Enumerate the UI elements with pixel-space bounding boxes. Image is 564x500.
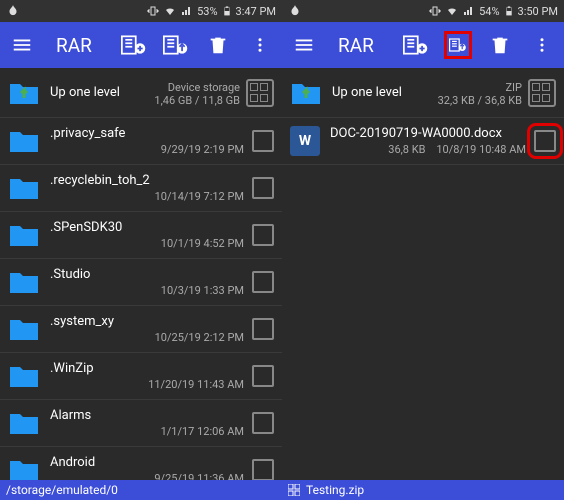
file-name: DOC-20190719-WA0000.docx [330,126,526,141]
toolbar: RAR [282,22,564,68]
checkbox[interactable] [252,318,274,340]
battery-text: 53% [197,5,217,18]
vibrate-icon [429,5,441,17]
up-one-level[interactable]: Up one level ZIP 32,3 KB / 36,8 KB [282,68,564,118]
up-label: Up one level [332,85,438,100]
folder-icon [8,363,40,389]
app-title: RAR [338,34,374,57]
file-list[interactable]: Up one level ZIP 32,3 KB / 36,8 KB W DOC-… [282,68,564,480]
file-name: .Studio [50,267,244,282]
path-bar[interactable]: Testing.zip [282,480,564,500]
wifi-icon [445,5,459,17]
file-list[interactable]: Up one level Device storage 1,46 GB / 11… [0,68,282,480]
app-title: RAR [56,34,92,57]
file-name: .system_xy [50,314,244,329]
status-bar: 54% 3:50 PM [282,0,564,22]
list-item[interactable]: Android 9/25/19 11:36 AM [0,447,282,480]
menu-icon[interactable] [290,31,318,59]
battery-icon [504,4,514,18]
battery-icon [222,4,232,18]
folder-icon [8,175,40,201]
signal-icon [463,5,475,17]
delete-icon[interactable] [486,31,514,59]
up-one-level[interactable]: Up one level Device storage 1,46 GB / 11… [0,68,282,118]
checkbox[interactable] [252,130,274,152]
signal-icon [181,5,193,17]
archive-extract-icon[interactable] [444,31,472,59]
word-icon: W [290,126,320,156]
checkbox[interactable] [252,365,274,387]
archive-add-icon[interactable] [402,31,430,59]
file-meta: 9/29/19 2:19 PM [50,143,244,156]
folder-icon [8,316,40,342]
left-screen: 53% 3:47 PM RAR Up one level [0,0,282,500]
view-grid-button[interactable] [246,79,274,107]
folder-icon [8,269,40,295]
path-bar[interactable]: /storage/emulated/0 [0,480,282,500]
file-meta: 10/3/19 1:33 PM [50,284,244,297]
archive-icon [288,484,300,496]
menu-icon[interactable] [8,31,36,59]
folder-icon [8,128,40,154]
delete-icon[interactable] [204,31,232,59]
storage-label: ZIP [505,81,522,94]
wifi-icon [163,5,177,17]
checkbox[interactable] [252,271,274,293]
list-item[interactable]: .WinZip 11/20/19 11:43 AM [0,353,282,400]
list-item[interactable]: .system_xy 10/25/19 2:12 PM [0,306,282,353]
checkbox[interactable] [534,130,556,152]
checkbox[interactable] [252,412,274,434]
time-text: 3:47 PM [236,5,276,18]
archive-extract-icon[interactable] [162,31,190,59]
list-item[interactable]: .recyclebin_toh_2 10/14/19 7:12 PM [0,165,282,212]
storage-size: 32,3 KB / 36,8 KB [438,94,522,107]
more-icon[interactable] [246,31,274,59]
file-meta: 9/25/19 11:36 AM [50,472,244,480]
file-name: .SPenSDK30 [50,220,244,235]
file-name: .WinZip [50,361,244,376]
archive-add-icon[interactable] [120,31,148,59]
view-grid-button[interactable] [528,79,556,107]
file-name: .privacy_safe [50,126,244,141]
file-meta: 10/14/19 7:12 PM [50,190,244,203]
file-name: Android [50,455,244,470]
time-text: 3:50 PM [518,5,558,18]
list-item[interactable]: .privacy_safe 9/29/19 2:19 PM [0,118,282,165]
storage-size: 1,46 GB / 11,8 GB [154,94,240,107]
path-text: /storage/emulated/0 [6,483,118,497]
file-meta: 1/1/17 12:06 AM [50,425,244,438]
file-meta: 36,8 KB 10/8/19 10:48 AM [330,143,526,156]
burn-icon [6,4,20,18]
list-item[interactable]: Alarms 1/1/17 12:06 AM [0,400,282,447]
toolbar: RAR [0,22,282,68]
path-text: Testing.zip [306,483,364,497]
folder-up-icon [290,80,322,106]
vibrate-icon [147,5,159,17]
more-icon[interactable] [528,31,556,59]
file-meta: 10/1/19 4:52 PM [50,237,244,250]
file-name: .recyclebin_toh_2 [50,173,244,188]
checkbox[interactable] [252,177,274,199]
folder-icon [8,410,40,436]
folder-up-icon [8,80,40,106]
file-name: Alarms [50,408,244,423]
up-label: Up one level [50,85,154,100]
file-meta: 11/20/19 11:43 AM [50,378,244,391]
checkbox[interactable] [252,224,274,246]
folder-icon [8,222,40,248]
list-item[interactable]: .Studio 10/3/19 1:33 PM [0,259,282,306]
list-item[interactable]: .SPenSDK30 10/1/19 4:52 PM [0,212,282,259]
burn-icon [288,4,302,18]
folder-icon [8,457,40,480]
checkbox[interactable] [252,459,274,480]
file-meta: 10/25/19 2:12 PM [50,331,244,344]
list-item[interactable]: W DOC-20190719-WA0000.docx 36,8 KB 10/8/19… [282,118,564,165]
right-screen: 54% 3:50 PM RAR Up one level [282,0,564,500]
status-bar: 53% 3:47 PM [0,0,282,22]
battery-text: 54% [479,5,499,18]
storage-label: Device storage [168,81,240,94]
